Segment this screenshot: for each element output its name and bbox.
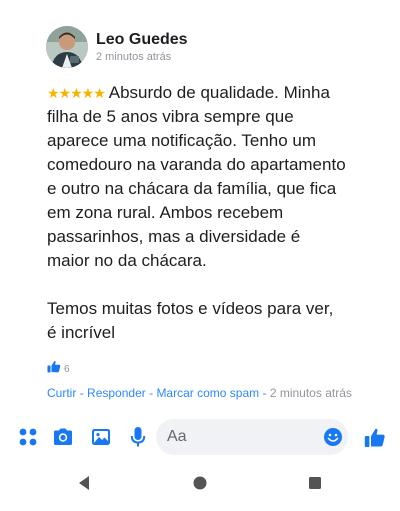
message-input[interactable]: Aa	[156, 419, 348, 455]
thumbs-up-icon	[47, 360, 61, 378]
comment-header: Leo Guedes 2 minutos atrás	[46, 26, 188, 68]
system-navigation-bar	[0, 466, 400, 500]
emoji-icon[interactable]	[322, 426, 344, 448]
back-icon[interactable]	[75, 474, 93, 492]
menu-dots-icon[interactable]	[17, 426, 39, 448]
like-count: 6	[64, 363, 70, 375]
home-icon[interactable]	[191, 474, 209, 492]
comment-text: Absurdo de qualidade. Minha filha de 5 a…	[47, 83, 346, 270]
reply-link[interactable]: Responder	[87, 386, 146, 400]
comment-paragraph: Temos muitas fotos e vídeos para ver, é …	[47, 299, 334, 342]
gallery-icon[interactable]	[90, 426, 112, 448]
action-timestamp: 2 minutos atrás	[269, 386, 352, 400]
separator-text: -	[79, 386, 84, 400]
message-composer: Aa	[0, 418, 400, 456]
separator-text: -	[262, 386, 267, 400]
message-placeholder: Aa	[167, 428, 187, 445]
author-block: Leo Guedes 2 minutos atrás	[96, 30, 188, 64]
report-spam-link[interactable]: Marcar como spam	[156, 386, 259, 400]
comment-timestamp: 2 minutos atrás	[96, 51, 172, 63]
comment-paragraph: ★★★★★ Absurdo de qualidade. Minha filha d…	[47, 81, 347, 273]
microphone-icon[interactable]	[127, 426, 149, 448]
like-link[interactable]: Curtir	[47, 386, 76, 400]
reaction-summary[interactable]: 6	[47, 360, 70, 378]
camera-icon[interactable]	[52, 426, 74, 448]
comment-actions: Curtir - Responder - Marcar como spam - …	[47, 385, 352, 401]
author-name[interactable]: Leo Guedes	[96, 30, 188, 50]
recents-icon[interactable]	[306, 474, 324, 492]
separator-text: -	[149, 386, 154, 400]
action-separator: -	[80, 386, 87, 400]
thumbs-up-icon[interactable]	[364, 426, 386, 448]
action-separator: -	[262, 386, 269, 400]
rating-stars: ★★★★★	[47, 85, 106, 101]
avatar[interactable]	[46, 26, 88, 68]
avatar-photo	[46, 26, 88, 68]
comment-body: ★★★★★ Absurdo de qualidade. Minha filha d…	[47, 81, 347, 345]
